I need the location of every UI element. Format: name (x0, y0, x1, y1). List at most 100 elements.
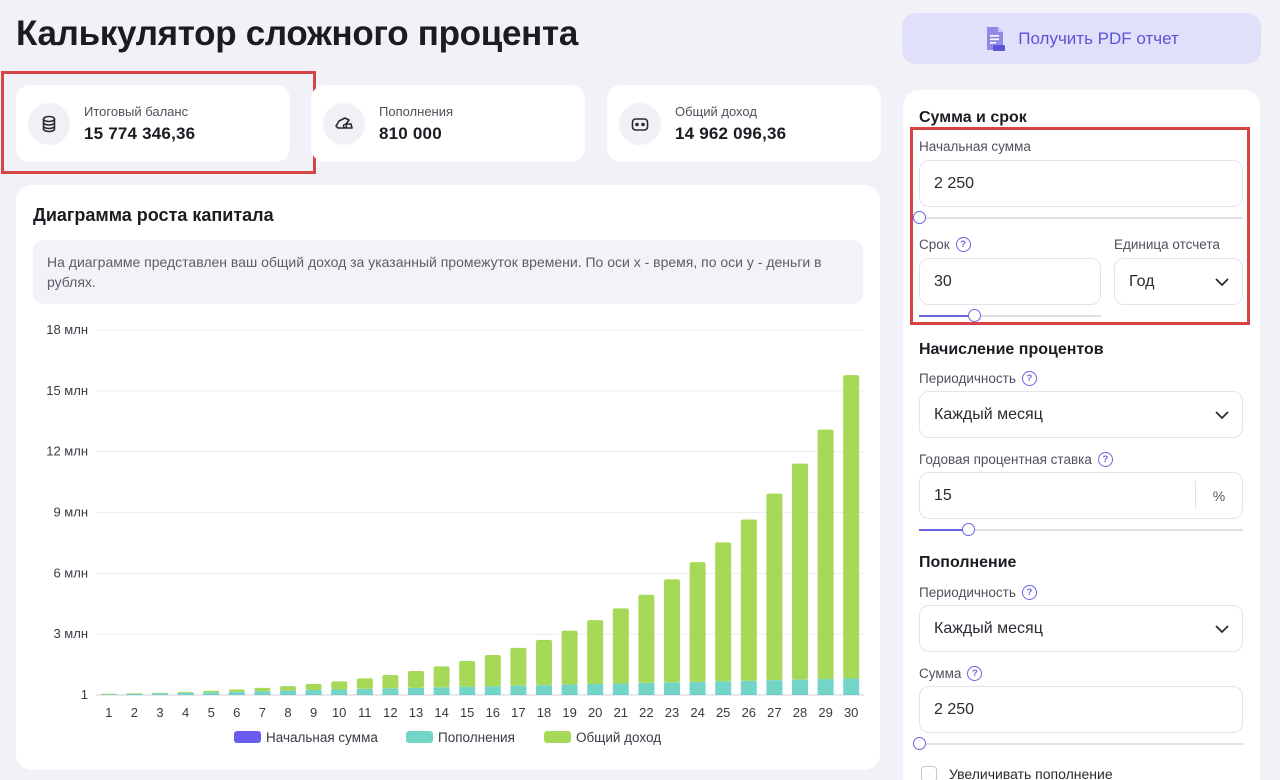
x-tick-label: 10 (332, 705, 346, 720)
y-tick-label: 3 млн (53, 626, 88, 641)
help-icon[interactable]: ? (967, 666, 983, 681)
rate-input[interactable]: 15 % (919, 472, 1243, 519)
bar-segment (766, 493, 783, 681)
bar-segment (126, 693, 143, 695)
bar-segment (689, 681, 706, 695)
chevron-down-icon (1215, 624, 1229, 633)
increase-topup-checkbox[interactable] (921, 766, 937, 780)
x-tick-label: 29 (818, 705, 832, 720)
stat-value: 810 000 (379, 123, 442, 143)
bar-segment (459, 660, 476, 687)
section-title-amount-term: Сумма и срок (919, 109, 1027, 126)
bar-segment (843, 375, 860, 679)
bar-segment (510, 647, 527, 686)
bar-segment (203, 690, 220, 693)
stat-value: 14 962 096,36 (675, 123, 787, 143)
interest-period-label: Периодичность? (919, 371, 1037, 386)
help-icon[interactable]: ? (1021, 371, 1037, 386)
chart-title: Диаграмма роста капитала (33, 205, 274, 225)
bar-segment (638, 594, 655, 683)
bar-segment (638, 682, 655, 695)
topup-sum-input[interactable]: 2 250 (919, 686, 1243, 733)
x-tick-label: 2 (131, 705, 138, 720)
capital-growth-chart-card: Диаграмма роста капитала На диаграмме пр… (16, 185, 880, 770)
bar-segment (177, 691, 194, 693)
x-tick-label: 17 (511, 705, 525, 720)
bar-segment (792, 679, 808, 695)
help-icon[interactable]: ? (1097, 452, 1113, 467)
x-tick-label: 20 (588, 705, 602, 720)
interest-period-select[interactable]: Каждый месяц (919, 391, 1243, 438)
bar-segment (817, 429, 834, 680)
y-tick-label: 12 млн (46, 444, 88, 459)
bar-segment (433, 666, 450, 688)
bar-segment (536, 639, 552, 686)
x-tick-label: 11 (358, 705, 372, 720)
chevron-down-icon (1215, 410, 1229, 419)
legend-swatch (544, 731, 571, 743)
section-title-interest: Начисление процентов (919, 341, 1104, 358)
y-tick-label: 6 млн (53, 565, 88, 580)
bar-segment (715, 681, 732, 695)
legend-label: Пополнения (438, 730, 515, 745)
y-tick-label: 15 млн (46, 383, 88, 398)
x-tick-label: 12 (383, 705, 397, 720)
x-tick-label: 27 (767, 705, 781, 720)
bar-segment (305, 683, 322, 691)
x-tick-label: 21 (614, 705, 628, 720)
bar-segment (100, 693, 117, 695)
bar-segment (356, 678, 373, 689)
topup-period-label: Периодичность? (919, 585, 1037, 600)
bar-segment (510, 685, 527, 695)
bar-segment (203, 692, 220, 695)
rate-value: 15 (934, 486, 952, 504)
topup-period-select[interactable]: Каждый месяц (919, 605, 1243, 652)
bar-segment (612, 608, 629, 684)
pdf-button-label: Получить PDF отчет (1018, 28, 1179, 48)
bar-segment (484, 686, 501, 695)
x-tick-label: 6 (233, 705, 240, 720)
x-tick-label: 26 (742, 705, 756, 720)
y-tick-label: 1 (81, 687, 88, 702)
bar-segment (740, 519, 757, 681)
bar-segment (664, 682, 680, 695)
bar-segment (356, 688, 373, 695)
x-tick-label: 4 (182, 705, 189, 720)
x-tick-label: 19 (562, 705, 576, 720)
bar-segment (792, 463, 808, 680)
get-pdf-report-button[interactable]: Получить PDF отчет (902, 13, 1261, 64)
y-tick-label: 18 млн (46, 322, 88, 337)
bar-segment (740, 680, 757, 695)
legend-label: Начальная сумма (266, 730, 378, 745)
bar-segment (331, 689, 348, 695)
x-tick-label: 15 (460, 705, 474, 720)
bar-segment (152, 693, 168, 695)
x-tick-label: 1 (105, 705, 112, 720)
section-title-topup: Пополнение (919, 554, 1017, 571)
rate-slider[interactable] (919, 523, 1243, 536)
help-icon[interactable]: ? (1021, 585, 1037, 600)
x-tick-label: 18 (537, 705, 551, 720)
bar-segment (408, 671, 424, 688)
legend-swatch (406, 731, 433, 743)
slider-thumb[interactable] (913, 737, 926, 750)
bar-segment (587, 620, 604, 685)
x-tick-label: 24 (690, 705, 704, 720)
rate-label: Годовая процентная ставка? (919, 452, 1113, 467)
bar-segment (587, 684, 604, 695)
slider-thumb[interactable] (961, 523, 975, 536)
wallet-icon (619, 102, 661, 145)
topup-sum-slider[interactable] (913, 737, 1243, 750)
bar-segment (177, 692, 194, 695)
pdf-file-icon (987, 26, 1006, 51)
highlight-frame-term (910, 127, 1250, 325)
increase-topup-label: Увеличивать пополнение (949, 766, 1113, 780)
bar-segment (382, 675, 399, 689)
bar-segment (408, 687, 424, 695)
bar-segment (612, 683, 629, 695)
stat-label: Общий доход (675, 103, 757, 119)
interest-period-value: Каждый месяц (934, 405, 1043, 423)
bar-segment (484, 654, 501, 687)
bar-segment (280, 686, 296, 691)
bar-segment (254, 687, 271, 692)
